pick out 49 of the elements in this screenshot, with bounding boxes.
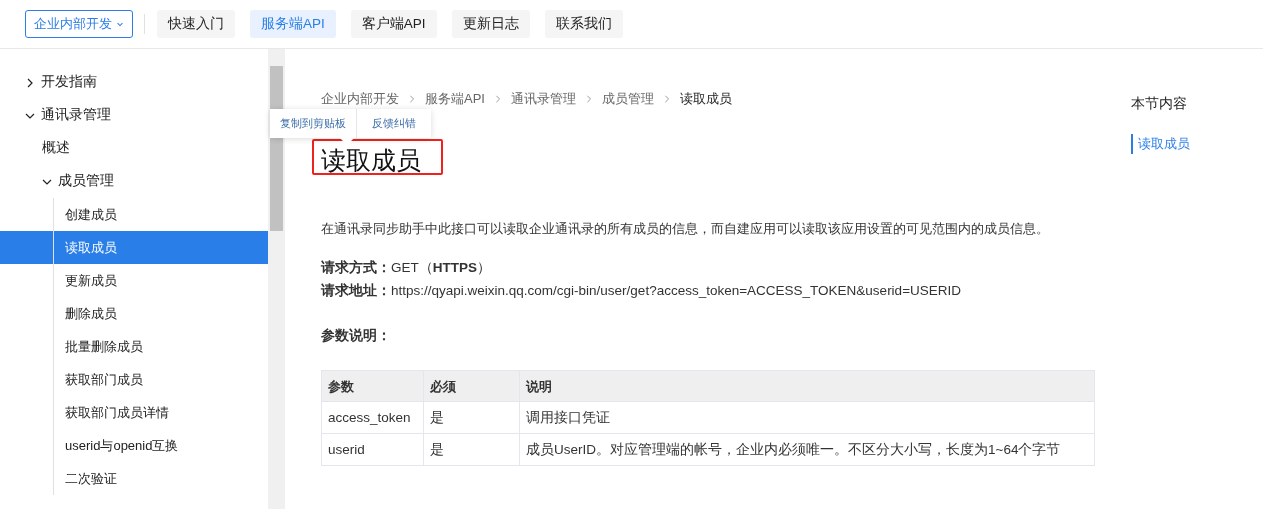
- breadcrumb-link[interactable]: 成员管理: [601, 89, 654, 109]
- sidebar-item[interactable]: userid与openid互换: [0, 429, 268, 462]
- sidebar-item[interactable]: 更新成员: [0, 264, 268, 297]
- field-label: 请求地址：: [321, 282, 391, 300]
- table-cell: 成员UserID。对应管理端的帐号，企业内必须唯一。不区分大小写，长度为1~64个字节: [519, 433, 1095, 466]
- breadcrumb-link[interactable]: 服务端API: [425, 89, 485, 109]
- table-cell: 是: [423, 401, 520, 434]
- column-header: 说明: [519, 370, 1095, 402]
- caret-icon: [116, 20, 124, 28]
- field-value: https://qyapi.weixin.qq.com/cgi-bin/user/get?access_token=ACCESS_TOKEN&userid=USERID: [391, 282, 962, 300]
- sidebar-item[interactable]: 读取成员: [0, 231, 268, 264]
- dropdown-button[interactable]: 企业内部开发: [25, 10, 133, 38]
- nav-tab[interactable]: 更新日志: [451, 10, 530, 38]
- sidebar-item[interactable]: 获取部门成员详情: [0, 396, 268, 429]
- sidebar-item[interactable]: 成员管理: [0, 165, 268, 198]
- sidebar-item[interactable]: 通讯录管理: [0, 99, 268, 132]
- page-title: 读取成员: [312, 138, 443, 175]
- column-header: 必须: [423, 370, 520, 402]
- nav-tab[interactable]: 服务端API: [250, 10, 336, 38]
- sidebar-item[interactable]: 创建成员: [0, 198, 268, 231]
- table-cell: 是: [423, 433, 520, 466]
- toc-title: 本节内容: [1131, 95, 1188, 113]
- description-text: 在通讯录同步助手中此接口可以读取企业通讯录的所有成员的信息，而自建应用可以读取该应用设置的可见范围内的成员信息。: [321, 219, 1050, 238]
- table-cell: userid: [321, 433, 424, 466]
- sidebar-item[interactable]: 概述: [0, 132, 268, 165]
- sidebar-item[interactable]: 开发指南: [0, 66, 268, 99]
- popover-action[interactable]: 反馈纠错: [356, 109, 431, 138]
- table-cell: 调用接口凭证: [519, 401, 1095, 434]
- nav-tab[interactable]: 客户端API: [350, 10, 437, 38]
- field-label: 请求方式：: [321, 259, 391, 277]
- sidebar-item[interactable]: 删除成员: [0, 297, 268, 330]
- chevron-right-icon: [584, 93, 593, 104]
- field-value: GET（HTTPS）: [391, 259, 492, 277]
- section-heading: 参数说明：: [321, 327, 392, 345]
- sidebar-item[interactable]: 获取部门成员: [0, 363, 268, 396]
- breadcrumb-link[interactable]: 通讯录管理: [510, 89, 576, 109]
- nav-tab[interactable]: 快速入门: [157, 10, 235, 38]
- table-cell: access_token: [321, 401, 424, 434]
- chevron-right-icon: [662, 93, 671, 104]
- chevron-right-icon: [493, 93, 502, 104]
- sidebar-item[interactable]: 二次验证: [0, 462, 268, 495]
- column-header: 参数: [321, 370, 424, 402]
- chevron-right-icon: [25, 77, 35, 88]
- breadcrumb-link[interactable]: 企业内部开发: [321, 89, 399, 109]
- chevron-right-icon: [408, 93, 416, 104]
- sidebar-item[interactable]: 批量删除成员: [0, 330, 268, 363]
- toc-link[interactable]: 读取成员: [1131, 134, 1190, 155]
- popover-action[interactable]: 复制到剪贴板: [270, 109, 356, 138]
- nav-tab[interactable]: 联系我们: [544, 10, 623, 38]
